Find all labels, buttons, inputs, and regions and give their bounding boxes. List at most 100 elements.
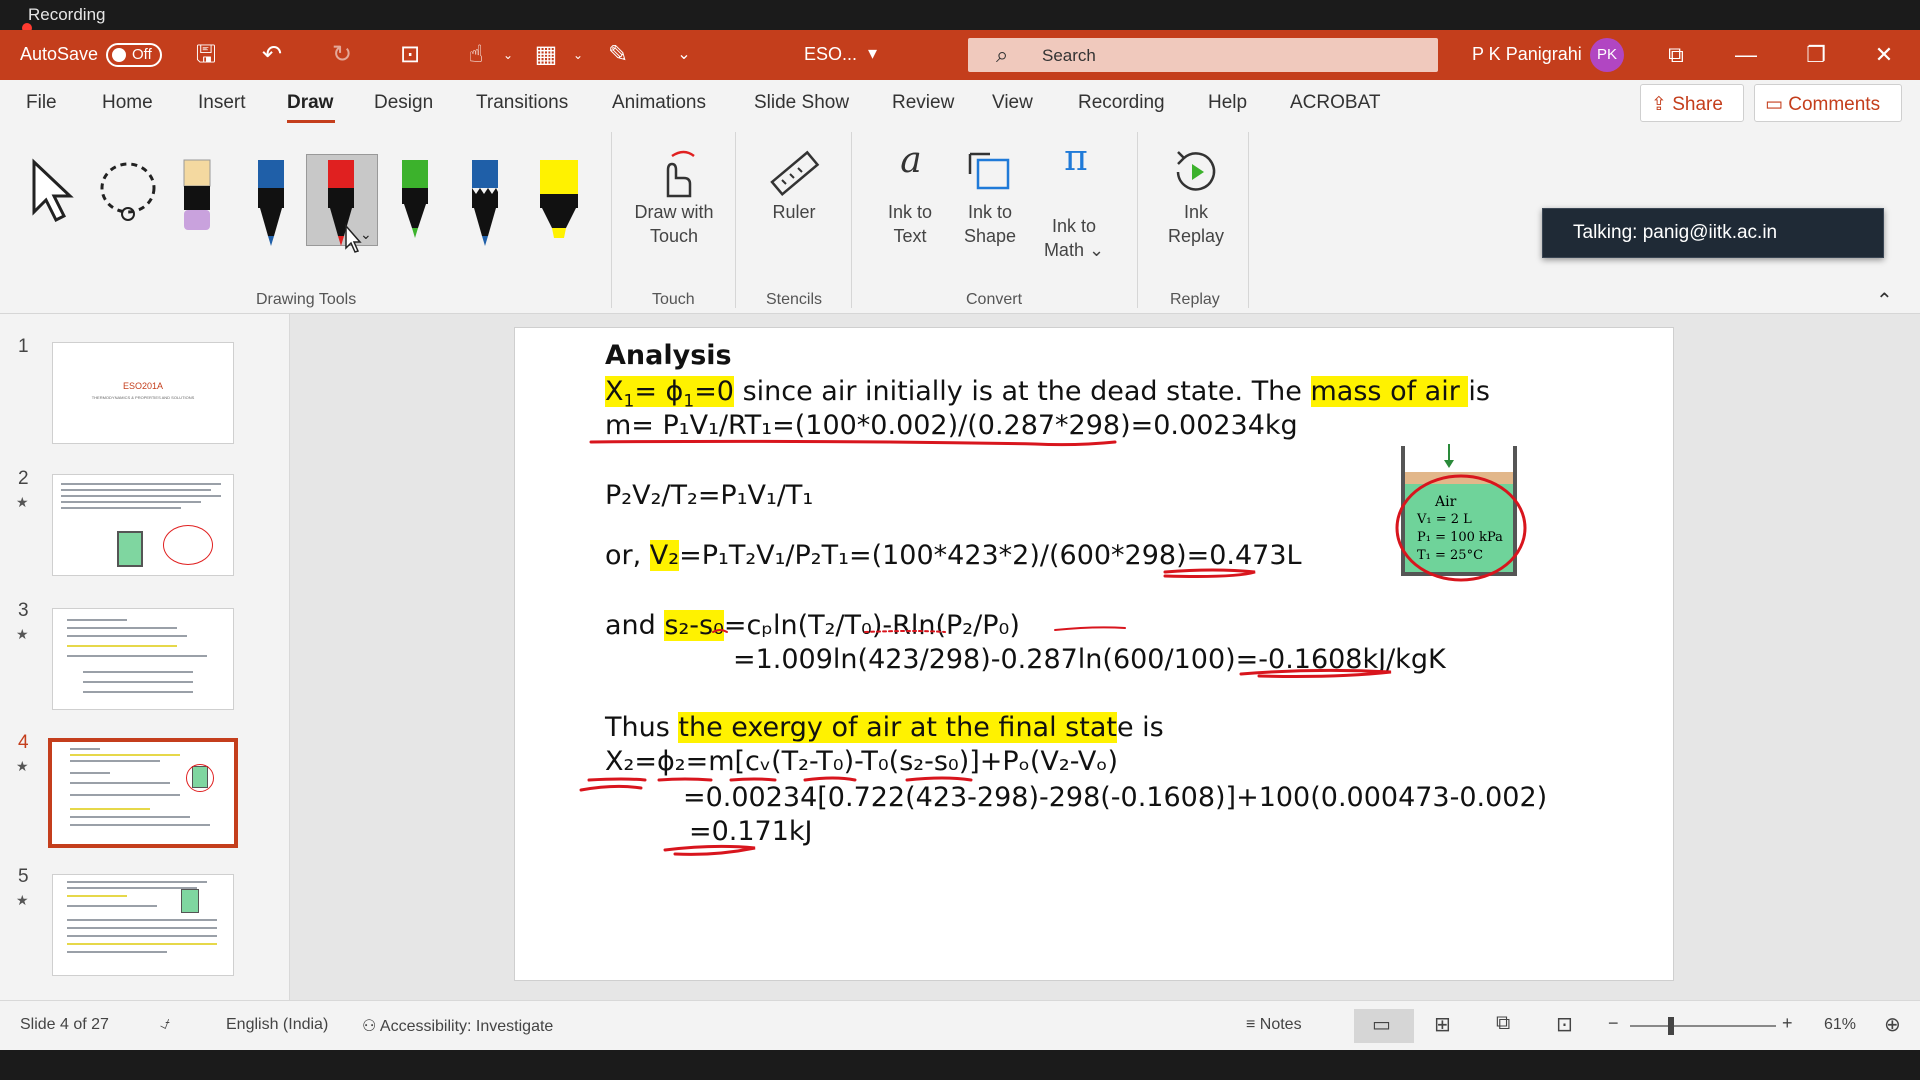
- group-label-convert: Convert: [966, 291, 1023, 308]
- share-icon: ⇪: [1651, 94, 1673, 115]
- minimize-icon[interactable]: —: [1726, 38, 1766, 72]
- file-name[interactable]: ESO...: [804, 44, 857, 65]
- eraser-icon[interactable]: [178, 156, 218, 252]
- undo-icon[interactable]: ↶: [256, 40, 288, 70]
- chevron-down-icon[interactable]: ⌄: [492, 40, 524, 70]
- notes-icon: ≡: [1246, 1016, 1260, 1033]
- ruler-button[interactable]: Ruler: [758, 200, 830, 224]
- present-icon[interactable]: ⊡: [394, 40, 426, 70]
- redo-icon[interactable]: ↻: [326, 40, 358, 70]
- slide-thumbnail-1[interactable]: ESO201A THERMODYNAMICS & PROPERTIES AND …: [52, 342, 234, 444]
- tab-home[interactable]: Home: [102, 92, 153, 114]
- ink-replay-label-2: Replay: [1167, 226, 1225, 246]
- customize-qat-icon[interactable]: ⌄: [668, 40, 700, 70]
- user-name[interactable]: P K Panigrahi: [1472, 44, 1582, 65]
- group-separator: [851, 132, 852, 308]
- tab-slide-show[interactable]: Slide Show: [754, 92, 849, 114]
- thumbnail-number: 3: [18, 600, 29, 621]
- ink-to-text-button[interactable]: Ink to Text: [876, 200, 944, 248]
- save-icon[interactable]: 🖫: [190, 40, 222, 70]
- group-separator: [611, 132, 612, 308]
- tab-review[interactable]: Review: [892, 92, 954, 114]
- tab-help[interactable]: Help: [1208, 92, 1247, 114]
- active-tab-indicator: [287, 120, 335, 123]
- slide-thumbnail-2[interactable]: [52, 474, 234, 576]
- slideshow-icon[interactable]: ⊡: [1556, 1012, 1573, 1037]
- touch-mode-icon[interactable]: ☝: [460, 40, 492, 70]
- accessibility-button[interactable]: ⚇ Accessibility: Investigate: [362, 1016, 553, 1036]
- layout-icon[interactable]: ▦: [530, 40, 562, 70]
- talking-badge: Talking: panig@iitk.ac.in: [1542, 208, 1884, 258]
- chevron-down-icon[interactable]: ▾: [868, 43, 877, 64]
- language-indicator[interactable]: English (India): [226, 1016, 328, 1034]
- ink-replay-icon: [1176, 151, 1216, 191]
- slide-thumbnail-3[interactable]: [52, 608, 234, 710]
- tab-insert[interactable]: Insert: [198, 92, 246, 114]
- tab-draw[interactable]: Draw: [287, 92, 333, 114]
- thumbnail-number: 5: [18, 866, 29, 887]
- pen-green-icon[interactable]: [396, 156, 436, 252]
- zoom-level[interactable]: 61%: [1824, 1016, 1856, 1034]
- thumbnail-number: 4: [18, 732, 29, 753]
- draw-with-touch-label-1: Draw with: [634, 202, 714, 222]
- workspace: 1 ESO201A THERMODYNAMICS & PROPERTIES AN…: [0, 314, 1920, 1000]
- ink-to-shape-button[interactable]: Ink to Shape: [954, 200, 1026, 248]
- avatar[interactable]: PK: [1590, 38, 1624, 72]
- tab-file[interactable]: File: [26, 92, 57, 114]
- tab-transitions[interactable]: Transitions: [476, 92, 568, 114]
- ink-to-math-button[interactable]: Ink to Math ⌄: [1038, 214, 1110, 262]
- edit-icon[interactable]: ✎: [602, 40, 634, 70]
- pen-galaxy-icon[interactable]: [466, 156, 506, 252]
- slide-thumbnail-5[interactable]: [52, 874, 234, 976]
- search-input[interactable]: Search: [1042, 46, 1096, 66]
- notes-button[interactable]: ≡ Notes: [1246, 1016, 1302, 1034]
- chevron-down-icon[interactable]: ⌄: [562, 40, 594, 70]
- highlighter-yellow-icon[interactable]: [536, 156, 582, 252]
- bottom-strip: [0, 1050, 1920, 1080]
- ink-replay-button[interactable]: Ink Replay: [1160, 200, 1232, 248]
- tab-acrobat[interactable]: ACROBAT: [1290, 92, 1380, 114]
- notes-label: Notes: [1259, 1016, 1302, 1033]
- lasso-select-icon[interactable]: [96, 160, 160, 226]
- draw-with-touch-label-2: Touch: [649, 226, 699, 246]
- draw-with-touch-button[interactable]: Draw with Touch: [620, 200, 728, 248]
- slide-canvas[interactable]: Analysis X1= ϕ1=0 since air initially is…: [514, 327, 1674, 981]
- spellcheck-icon[interactable]: ⍻: [160, 1013, 170, 1034]
- status-bar: Slide 4 of 27 ⍻ English (India) ⚇ Access…: [0, 1000, 1920, 1050]
- reading-view-icon[interactable]: ⧉: [1496, 1012, 1510, 1035]
- ribbon-display-icon[interactable]: ⧉: [1656, 38, 1696, 72]
- collapse-ribbon-icon[interactable]: ⌃: [1876, 288, 1893, 313]
- slide-sorter-icon[interactable]: ⊞: [1434, 1012, 1451, 1037]
- animation-star-icon: ★: [16, 494, 29, 510]
- normal-view-icon[interactable]: ▭: [1372, 1012, 1391, 1037]
- search-box[interactable]: ⌕ Search: [968, 38, 1438, 72]
- restore-icon[interactable]: ❐: [1796, 38, 1836, 72]
- chevron-down-icon[interactable]: ⌄: [360, 226, 372, 243]
- close-icon[interactable]: ✕: [1864, 38, 1904, 72]
- slide-thumbnail-4[interactable]: [48, 738, 238, 848]
- tab-design[interactable]: Design: [374, 92, 433, 114]
- tab-view[interactable]: View: [992, 92, 1033, 114]
- comments-button[interactable]: ▭ Comments: [1754, 84, 1902, 122]
- share-button[interactable]: ⇪ Share: [1640, 84, 1744, 122]
- tab-recording[interactable]: Recording: [1078, 92, 1165, 114]
- toggle-knob: [112, 48, 126, 62]
- animation-star-icon: ★: [16, 892, 29, 908]
- group-label-replay: Replay: [1170, 291, 1220, 308]
- thumbnail-subtitle: THERMODYNAMICS & PROPERTIES AND SOLUTION…: [91, 395, 195, 400]
- tab-animations[interactable]: Animations: [612, 92, 706, 114]
- zoom-out-icon[interactable]: −: [1608, 1013, 1619, 1034]
- animation-star-icon: ★: [16, 758, 29, 774]
- ink-to-shape-icon: [968, 152, 1010, 190]
- fit-to-window-icon[interactable]: ⊕: [1884, 1012, 1901, 1037]
- autosave-toggle[interactable]: Off: [106, 43, 162, 67]
- zoom-slider[interactable]: [1630, 1025, 1776, 1027]
- autosave-state: Off: [132, 46, 152, 63]
- thumbnail-title: ESO201A: [122, 381, 164, 391]
- select-cursor-icon[interactable]: [28, 158, 76, 222]
- zoom-in-icon[interactable]: +: [1782, 1013, 1793, 1034]
- comment-icon: ▭: [1765, 94, 1789, 115]
- zoom-slider-handle[interactable]: [1668, 1017, 1674, 1035]
- pen-blue-icon[interactable]: [252, 156, 292, 252]
- ink-to-math-icon: π: [1064, 138, 1088, 179]
